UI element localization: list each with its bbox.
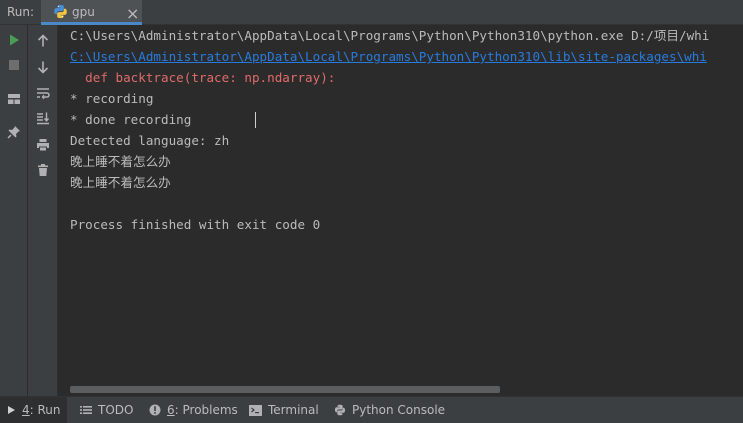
run-tool-button[interactable]: 4: Run bbox=[0, 397, 67, 423]
problems-tool-label: : Problems bbox=[174, 403, 238, 417]
run-tool-mnemonic: 4 bbox=[22, 403, 30, 417]
run-tool-label: : Run bbox=[29, 403, 61, 417]
run-actions-toolbar bbox=[0, 25, 28, 396]
todo-tool-label: TODO bbox=[98, 403, 134, 417]
console-line-output: Detected language: zh bbox=[70, 133, 230, 148]
stop-icon[interactable] bbox=[3, 54, 25, 76]
layout-icon[interactable] bbox=[3, 88, 25, 110]
console-line-output: 晚上睡不着怎么办 bbox=[70, 154, 171, 169]
todo-tool-button[interactable]: TODO bbox=[74, 397, 139, 423]
trash-icon[interactable] bbox=[32, 159, 54, 181]
console-actions-toolbar bbox=[28, 25, 58, 396]
text-caret bbox=[255, 112, 256, 128]
terminal-icon bbox=[249, 404, 262, 416]
console-line-command: C:\Users\Administrator\AppData\Local\Pro… bbox=[70, 28, 710, 43]
soft-wrap-icon[interactable] bbox=[32, 82, 54, 104]
arrow-up-icon[interactable] bbox=[32, 30, 54, 52]
console-line-exit: Process finished with exit code 0 bbox=[70, 217, 321, 232]
list-icon bbox=[80, 405, 92, 415]
tool-window-bar: 4: Run TODO 6: Problems Terminal Python … bbox=[0, 396, 743, 423]
info-icon bbox=[149, 404, 161, 416]
python-icon bbox=[53, 4, 68, 19]
terminal-tool-button[interactable]: Terminal bbox=[243, 397, 325, 423]
run-tool-window-header: Run: gpu × bbox=[0, 0, 743, 25]
print-icon[interactable] bbox=[32, 134, 54, 156]
python-console-tool-label: Python Console bbox=[352, 403, 446, 417]
run-icon[interactable] bbox=[3, 29, 25, 51]
python-console-tool-button[interactable]: Python Console bbox=[328, 397, 451, 423]
python-console-icon bbox=[334, 404, 346, 416]
console-line-warning: def backtrace(trace: np.ndarray): bbox=[70, 70, 336, 85]
problems-tool-button[interactable]: 6: Problems bbox=[143, 397, 244, 423]
console-line-output: * recording bbox=[70, 91, 154, 106]
problems-tool-mnemonic: 6 bbox=[167, 403, 175, 417]
console-line-output: 晚上睡不着怎么办 bbox=[70, 175, 171, 190]
console-line-output: * done recording bbox=[70, 112, 192, 127]
close-tab-icon[interactable]: × bbox=[126, 4, 139, 23]
scroll-to-end-icon[interactable] bbox=[32, 107, 54, 129]
arrow-down-icon[interactable] bbox=[32, 56, 54, 78]
run-config-name: gpu bbox=[72, 5, 95, 19]
run-label: Run: bbox=[7, 5, 35, 19]
horizontal-scrollbar[interactable] bbox=[70, 386, 500, 393]
console-line-traceback-link[interactable]: C:\Users\Administrator\AppData\Local\Pro… bbox=[70, 49, 707, 65]
terminal-tool-label: Terminal bbox=[268, 403, 319, 417]
run-tool-icon bbox=[6, 405, 16, 415]
console-output[interactable]: C:\Users\Administrator\AppData\Local\Pro… bbox=[58, 25, 743, 396]
pin-icon[interactable] bbox=[3, 121, 25, 143]
